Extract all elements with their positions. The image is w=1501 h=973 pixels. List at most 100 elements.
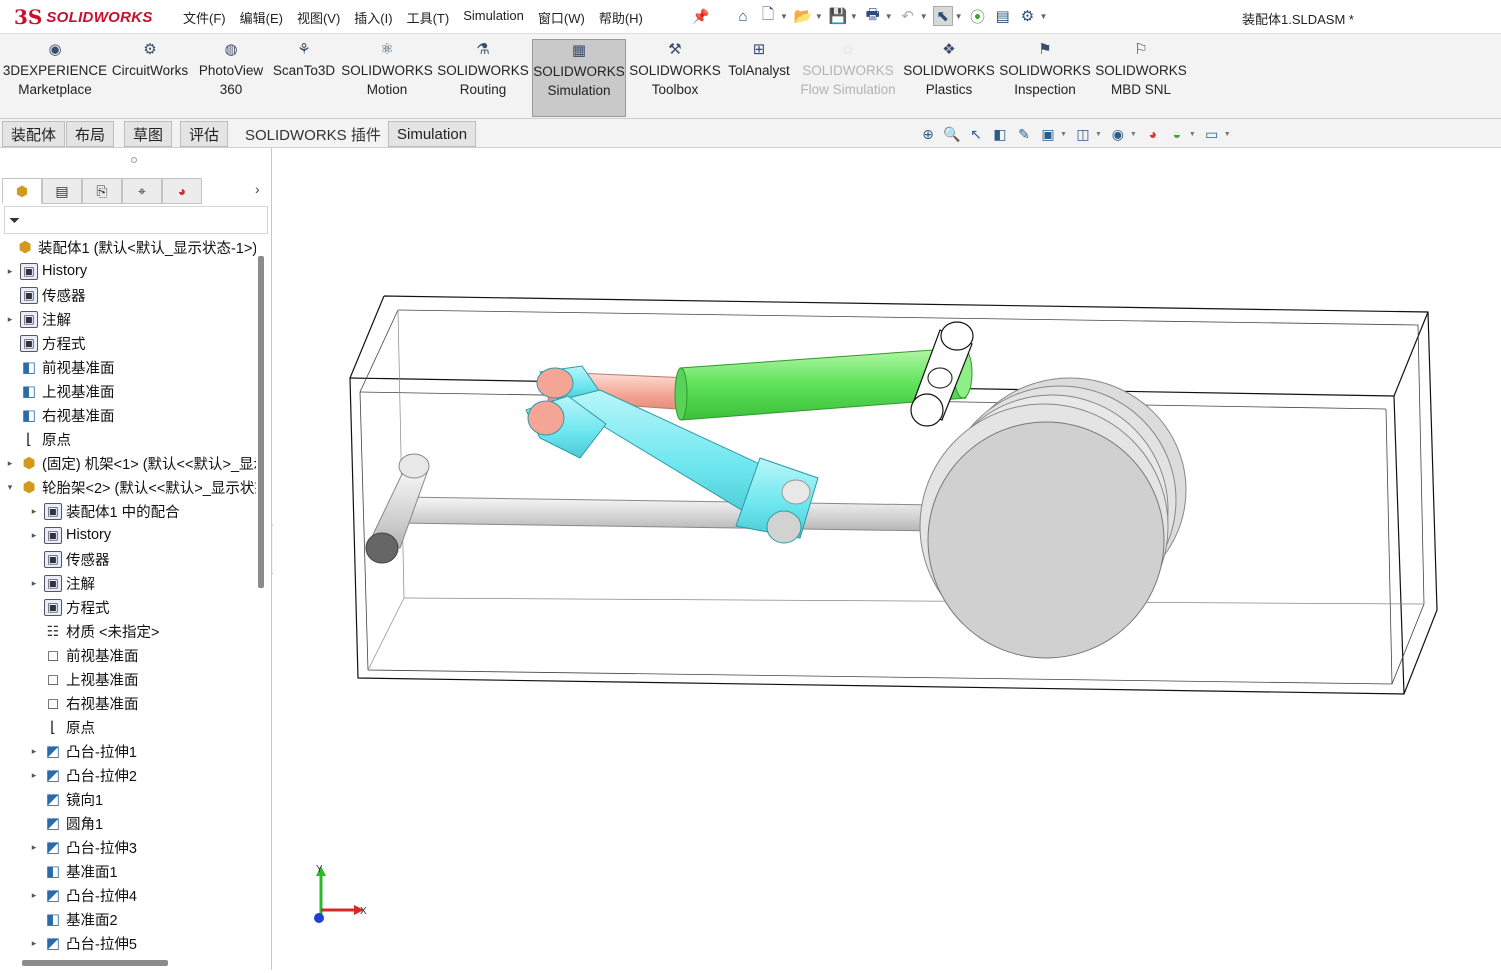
print-icon[interactable]: 🖶 <box>863 6 883 26</box>
tree-node[interactable]: ◩ 圆角1 <box>28 812 103 834</box>
expand-arrow-icon[interactable]: ▸ <box>4 458 16 469</box>
command-tab-2[interactable]: 草图 <box>124 121 173 147</box>
ribbon-button-2[interactable]: ◍ PhotoView 360 <box>194 39 268 117</box>
expand-arrow-icon[interactable]: ▸ <box>28 938 40 949</box>
home-icon[interactable]: ⌂ <box>733 6 753 26</box>
tree-node[interactable]: ◻ 右视基准面 <box>28 692 139 714</box>
undo-icon[interactable]: ↶ <box>898 6 918 26</box>
tree-node[interactable]: ◧ 前视基准面 <box>4 356 115 378</box>
expand-arrow-icon[interactable]: ▸ <box>28 770 40 781</box>
tree-filter-input[interactable]: ⏷ <box>4 206 268 234</box>
graphics-viewport[interactable]: Y X <box>273 148 1501 970</box>
tree-node[interactable]: ▸ ▣ History <box>4 260 87 282</box>
ribbon-button-3[interactable]: ⚘ ScanTo3D <box>268 39 340 117</box>
display-style-dropdown-icon[interactable]: ▼ <box>1095 131 1102 138</box>
scene-icon[interactable]: ◒ <box>1167 124 1187 144</box>
undo-dropdown-icon[interactable]: ▼ <box>920 12 928 21</box>
configurationmanager-tab-icon[interactable]: ⎘ <box>82 178 122 204</box>
view-orientation-icon[interactable]: ▣ <box>1038 124 1058 144</box>
tree-node[interactable]: ◧ 右视基准面 <box>4 404 115 426</box>
save-icon[interactable]: 💾 <box>828 6 848 26</box>
ribbon-button-9[interactable]: ◌ SOLIDWORKS Flow Simulation <box>798 39 898 117</box>
traffic-light-icon[interactable]: ⦿ <box>968 6 988 26</box>
tree-node[interactable]: ▸ ◩ 凸台-拉伸2 <box>28 764 137 786</box>
ribbon-button-0[interactable]: ◉ 3DEXPERIENCE Marketplace <box>3 39 107 117</box>
expand-arrow-icon[interactable]: ▸ <box>28 746 40 757</box>
tree-node[interactable]: ▣ 方程式 <box>4 332 86 354</box>
menu-item-0[interactable]: 文件(F) <box>176 8 233 27</box>
hide-show-icon[interactable]: ◉ <box>1108 124 1128 144</box>
panel-splitter-handle[interactable] <box>131 157 137 163</box>
ribbon-button-1[interactable]: ⚙ CircuitWorks <box>108 39 192 117</box>
featuremanager-tab-icon[interactable]: ⬢ <box>2 178 42 204</box>
filter-icon[interactable]: ⏷ <box>9 212 20 229</box>
tree-node[interactable]: ☷ 材质 <未指定> <box>28 620 160 642</box>
ribbon-button-8[interactable]: ⊞ TolAnalyst <box>724 39 794 117</box>
settings-gear-icon[interactable]: ⚙ <box>1018 6 1038 26</box>
displaymanager-tab-icon[interactable]: ◕ <box>162 178 202 204</box>
tree-node[interactable]: ⌊ 原点 <box>28 716 95 738</box>
menu-item-4[interactable]: 工具(T) <box>400 8 457 27</box>
expand-arrow-icon[interactable]: ▸ <box>28 506 40 517</box>
tree-node[interactable]: ◧ 基准面1 <box>28 860 118 882</box>
ribbon-button-6[interactable]: ▦ SOLIDWORKS Simulation <box>532 39 626 117</box>
command-tab-4[interactable]: SOLIDWORKS 插件 <box>236 121 390 147</box>
expand-arrow-icon[interactable]: ▸ <box>4 314 16 325</box>
tree-node[interactable]: ⌊ 原点 <box>4 428 71 450</box>
scene-dropdown-icon[interactable]: ▼ <box>1189 131 1196 138</box>
model-view[interactable]: Y X <box>273 148 1501 970</box>
pin-icon[interactable]: 📌 <box>692 8 709 25</box>
tree-node[interactable]: ▸ ▣ 注解 <box>28 572 95 594</box>
solidworks-logo[interactable]: 3S SOLIDWORKS <box>14 4 153 30</box>
zoom-to-fit-icon[interactable]: ⊕ <box>918 124 938 144</box>
tree-node[interactable]: ▣ 传感器 <box>28 548 110 570</box>
menu-item-3[interactable]: 插入(I) <box>347 8 399 27</box>
tree-node[interactable]: ▣ 传感器 <box>4 284 86 306</box>
tree-node[interactable]: ⬢ 装配体1 (默认<默认_显示状态-1>) <box>0 236 256 258</box>
propertymanager-tab-icon[interactable]: ▤ <box>42 178 82 204</box>
wheel-assembly[interactable] <box>919 377 1187 659</box>
expand-arrow-icon[interactable]: ▸ <box>28 578 40 589</box>
print-dropdown-icon[interactable]: ▼ <box>885 12 893 21</box>
tree-horizontal-scrollbar[interactable] <box>22 960 168 966</box>
open-icon[interactable]: 📂 <box>793 6 813 26</box>
command-tab-3[interactable]: 评估 <box>180 121 229 147</box>
tree-node[interactable]: ▸ ▣ 装配体1 中的配合 <box>28 500 180 522</box>
tree-node[interactable]: ◧ 基准面2 <box>28 908 118 930</box>
ribbon-button-4[interactable]: ⚛ SOLIDWORKS Motion <box>340 39 434 117</box>
tree-node[interactable]: ▸ ▣ History <box>28 524 111 546</box>
view-settings-icon[interactable]: ▭ <box>1202 124 1222 144</box>
menu-item-5[interactable]: Simulation <box>456 8 531 27</box>
ribbon-button-12[interactable]: ⚐ SOLIDWORKS MBD SNL <box>1094 39 1188 117</box>
expand-arrow-icon[interactable]: ▾ <box>4 482 16 493</box>
menu-item-1[interactable]: 编辑(E) <box>233 8 290 27</box>
settings-dropdown-icon[interactable]: ▼ <box>1040 12 1048 21</box>
ribbon-button-5[interactable]: ⚗ SOLIDWORKS Routing <box>436 39 530 117</box>
dimxpert-tab-icon[interactable]: ⌖ <box>122 178 162 204</box>
expand-arrow-icon[interactable]: ▸ <box>28 842 40 853</box>
view-settings-dropdown-icon[interactable]: ▼ <box>1224 131 1231 138</box>
options-list-icon[interactable]: ▤ <box>993 6 1013 26</box>
axle-bar[interactable] <box>365 453 936 564</box>
menu-item-2[interactable]: 视图(V) <box>290 8 347 27</box>
display-style-icon[interactable]: ◫ <box>1073 124 1093 144</box>
ribbon-button-7[interactable]: ⚒ SOLIDWORKS Toolbox <box>628 39 722 117</box>
tree-node[interactable]: ◧ 上视基准面 <box>4 380 115 402</box>
new-file-dropdown-icon[interactable]: ▼ <box>780 12 788 21</box>
menu-item-7[interactable]: 帮助(H) <box>592 8 650 27</box>
command-tab-0[interactable]: 装配体 <box>2 121 66 147</box>
new-file-icon[interactable]: 🗋 <box>758 6 778 26</box>
expand-arrow-icon[interactable]: ▸ <box>28 890 40 901</box>
view-orientation-dropdown-icon[interactable]: ▼ <box>1060 131 1067 138</box>
command-tab-1[interactable]: 布局 <box>66 121 115 147</box>
edit-appearance-icon[interactable]: ◕ <box>1143 124 1163 144</box>
tree-vertical-scrollbar[interactable] <box>258 256 264 588</box>
command-tab-5[interactable]: Simulation <box>388 121 477 147</box>
section-view-icon[interactable]: ◧ <box>990 124 1010 144</box>
tree-node[interactable]: ◻ 上视基准面 <box>28 668 139 690</box>
select-dropdown-icon[interactable]: ▼ <box>955 12 963 21</box>
tree-node[interactable]: ▸ ⬢ (固定) 机架<1> (默认<<默认>_显示状态 1>) <box>4 452 256 474</box>
dynamic-annotation-icon[interactable]: ✎ <box>1014 124 1034 144</box>
hide-show-dropdown-icon[interactable]: ▼ <box>1130 131 1137 138</box>
tree-node[interactable]: ▸ ◩ 凸台-拉伸1 <box>28 740 137 762</box>
